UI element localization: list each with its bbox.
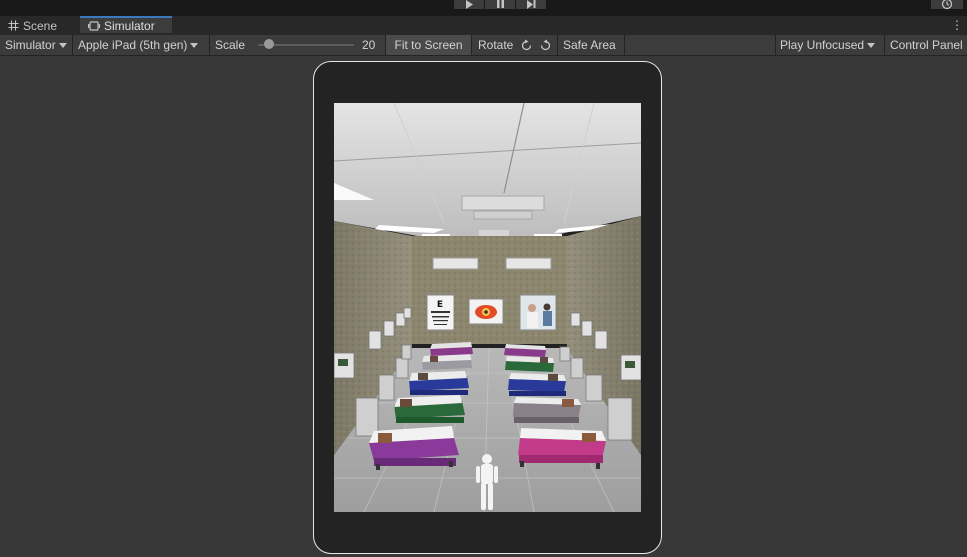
- hospital-bed: [409, 371, 469, 395]
- hospital-bed: [369, 426, 459, 470]
- divider: [72, 35, 73, 55]
- history-button[interactable]: [931, 0, 963, 10]
- top-play-bar: [0, 0, 967, 16]
- ceiling-fixture: [461, 195, 545, 211]
- chevron-down-icon: [58, 42, 67, 48]
- rotate-left-icon: [521, 39, 532, 50]
- divider: [471, 35, 472, 55]
- device-icon: [88, 20, 100, 31]
- svg-text:E: E: [437, 300, 443, 310]
- safe-area-button[interactable]: Safe Area: [563, 35, 616, 55]
- eye-anatomy-icon: [468, 298, 504, 325]
- tab-bar: Scene Simulator ⋮: [0, 16, 967, 36]
- hospital-bed: [430, 342, 473, 356]
- play-focus-dropdown[interactable]: Play Unfocused: [780, 35, 876, 55]
- step-button[interactable]: [516, 0, 546, 9]
- divider: [775, 35, 776, 55]
- chevron-down-icon: [867, 42, 876, 48]
- mode-dropdown-label: Simulator: [5, 38, 56, 52]
- hospital-bed: [518, 428, 606, 469]
- hospital-bed: [394, 395, 465, 423]
- hospital-bed: [513, 397, 581, 423]
- tab-scene-label: Scene: [23, 18, 58, 33]
- tab-simulator-label: Simulator: [104, 18, 155, 33]
- play-focus-label: Play Unfocused: [780, 38, 865, 52]
- hospital-bed: [422, 354, 472, 370]
- mode-dropdown[interactable]: Simulator: [5, 35, 67, 55]
- hospital-ward-scene: E: [334, 103, 641, 512]
- simulator-toolbar: Simulator Apple iPad (5th gen) Scale 20 …: [0, 35, 967, 56]
- device-dropdown[interactable]: Apple iPad (5th gen): [78, 35, 199, 55]
- hospital-bed: [505, 356, 554, 372]
- hospital-bed: [504, 344, 546, 357]
- tab-simulator[interactable]: Simulator: [80, 16, 172, 33]
- control-panel-button[interactable]: Control Panel: [890, 35, 963, 55]
- divider: [557, 35, 558, 55]
- divider: [624, 35, 625, 55]
- scale-slider-thumb[interactable]: [264, 39, 274, 49]
- pause-button[interactable]: [485, 0, 515, 9]
- rotate-label: Rotate: [478, 38, 514, 52]
- hospital-bed: [508, 373, 566, 396]
- grid-icon: [8, 20, 19, 31]
- game-viewport[interactable]: E: [334, 103, 641, 512]
- step-icon: [527, 0, 536, 9]
- divider: [209, 35, 210, 55]
- play-button[interactable]: [454, 0, 484, 9]
- doctor-photo-icon: [519, 294, 557, 331]
- rotate-right-button[interactable]: [539, 35, 552, 55]
- safe-area-label: Safe Area: [563, 38, 616, 52]
- scale-label: Scale: [215, 38, 246, 52]
- tab-scene[interactable]: Scene: [8, 16, 57, 35]
- chevron-down-icon: [190, 42, 199, 48]
- fit-to-screen-button[interactable]: Fit to Screen: [386, 35, 471, 55]
- fit-to-screen-label: Fit to Screen: [394, 38, 463, 52]
- play-icon: [466, 0, 473, 9]
- control-panel-label: Control Panel: [890, 38, 963, 52]
- divider: [884, 35, 885, 55]
- scale-value: 20: [362, 38, 376, 52]
- rotate-right-icon: [540, 39, 551, 50]
- rotate-left-button[interactable]: [520, 35, 533, 55]
- more-options-icon[interactable]: ⋮: [951, 19, 963, 31]
- history-icon: [941, 0, 953, 10]
- eye-chart-icon: E: [426, 294, 455, 331]
- play-controls: [454, 0, 547, 9]
- pause-icon: [497, 0, 504, 8]
- device-dropdown-label: Apple iPad (5th gen): [78, 38, 188, 52]
